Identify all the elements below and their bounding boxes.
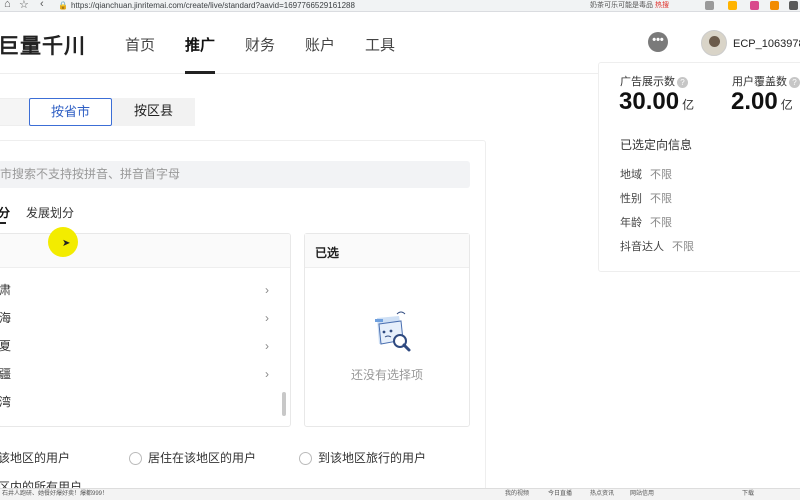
chevron-right-icon: › (265, 339, 269, 353)
region-list: 肃 › 海 › 夏 › 疆 › 湾 (0, 233, 291, 427)
targeting-key: 地域 (620, 169, 642, 181)
nav-home[interactable]: 首页 (125, 34, 155, 55)
nav-active-indicator (185, 71, 216, 74)
extension-icon[interactable] (750, 1, 759, 10)
news-ticker[interactable]: 石井人跑研、她餐好爆好卖！爆都999！ (2, 489, 108, 500)
radio-users-in-region[interactable]: 该地区的用户 (0, 449, 70, 466)
coverage-label: 用户覆盖数? (732, 73, 800, 89)
list-scrollbar[interactable] (282, 392, 286, 416)
tab-active-indicator (0, 222, 6, 224)
targeting-key: 抖音达人 (620, 241, 664, 253)
mouse-cursor-icon: ➤ (62, 238, 71, 249)
radio-travelers[interactable]: 到该地区旅行的用户 (299, 449, 426, 466)
targeting-row: 地域 不限 (620, 166, 672, 182)
extension-icon[interactable] (728, 1, 737, 10)
coverage-label-text: 用户覆盖数 (732, 76, 787, 88)
list-item[interactable]: 肃 › (0, 280, 279, 300)
impressions-label: 广告展示数? (620, 73, 688, 89)
list-item[interactable]: 海 › (0, 308, 279, 328)
coverage-number: 2.00 (731, 88, 778, 115)
radio-label: 居住在该地区的用户 (148, 451, 257, 465)
menu-icon[interactable] (789, 1, 798, 10)
radio-circle[interactable] (129, 452, 142, 466)
region-search-input[interactable]: 市搜索不支持按拼音、拼音首字母 (0, 161, 470, 188)
segment-by-county[interactable]: 按区县 (112, 98, 195, 126)
taskbar-item[interactable]: 下载 (742, 489, 754, 500)
targeting-value: 不限 (650, 217, 672, 229)
taskbar-item[interactable]: 网站信用 (630, 489, 654, 500)
search-hint: 奶茶可乐可能是毒品 (590, 2, 653, 9)
radio-circle[interactable] (299, 452, 312, 466)
status-bar: 石井人跑研、她餐好爆好卖！爆都999！ 我的视频 今日直播 热点资讯 网站信用 … (0, 488, 800, 500)
list-item[interactable]: 湾 (0, 392, 279, 412)
targeting-row: 抖音达人 不限 (620, 238, 694, 254)
nav-tools[interactable]: 工具 (365, 34, 395, 55)
lock-icon: 🔒 (58, 1, 68, 10)
chevron-right-icon: › (265, 283, 269, 297)
radio-label: 到该地区旅行的用户 (318, 451, 427, 465)
impressions-value: 30.00 亿 (619, 88, 694, 116)
region-name: 海 (0, 311, 12, 325)
help-icon[interactable]: ? (789, 76, 800, 88)
targeting-value: 不限 (672, 241, 694, 253)
chevron-right-icon: › (265, 311, 269, 325)
targeting-key: 年龄 (620, 217, 642, 229)
coverage-value: 2.00 亿 (731, 88, 793, 116)
coverage-unit: 亿 (780, 98, 793, 112)
url-text: https://qianchuan.jinritemai.com/create/… (70, 1, 355, 10)
selected-panel: 已选 还没有选择项 (304, 233, 470, 427)
selected-title: 已选 (315, 246, 340, 260)
nav-promotion-label: 推广 (185, 37, 216, 54)
region-name: 湾 (0, 395, 12, 409)
targeting-value: 不限 (650, 169, 672, 181)
empty-state-text: 还没有选择项 (350, 368, 423, 382)
taskbar-item[interactable]: 热点资讯 (590, 489, 614, 500)
list-item[interactable]: 疆 › (0, 364, 279, 384)
avatar[interactable] (701, 30, 727, 56)
impressions-number: 30.00 (619, 88, 680, 115)
tab-region-division[interactable]: 分 (0, 204, 10, 221)
segment-by-province[interactable]: 按省市 (29, 98, 112, 126)
empty-box-icon (375, 311, 411, 352)
browser-search-box[interactable]: 奶茶可乐可能是毒品 热搜 (590, 1, 700, 11)
nav-promotion[interactable]: 推广 (185, 34, 216, 74)
hot-badge: 热搜 (654, 2, 669, 9)
region-name: 疆 (0, 367, 12, 381)
extension-icon[interactable] (770, 1, 779, 10)
nav-finance[interactable]: 财务 (245, 34, 275, 55)
extension-icon[interactable] (705, 1, 714, 10)
message-icon[interactable]: ••• (648, 32, 668, 52)
radio-label: 该地区的用户 (0, 451, 71, 465)
tab-development-division[interactable]: 发展划分 (26, 204, 74, 221)
nav-account[interactable]: 账户 (305, 34, 335, 55)
account-name[interactable]: ECP_1063978 (733, 38, 800, 50)
radio-residents[interactable]: 居住在该地区的用户 (129, 449, 256, 466)
logo[interactable]: 巨量千川 (0, 30, 86, 60)
targeting-info-title: 已选定向信息 (620, 138, 693, 152)
browser-back-icon[interactable]: ‹ (40, 0, 44, 10)
taskbar-item[interactable]: 我的视频 (505, 489, 529, 500)
chevron-right-icon: › (265, 367, 269, 381)
region-name: 肃 (0, 283, 12, 297)
list-item[interactable]: 夏 › (0, 336, 279, 356)
bookmark-star-icon[interactable]: ☆ (19, 0, 29, 11)
targeting-value: 不限 (650, 193, 672, 205)
browser-toolbar: ⌂ ☆ ‹ 🔒 https://qianchuan.jinritemai.com/… (0, 0, 800, 12)
impressions-label-text: 广告展示数 (620, 76, 675, 88)
targeting-row: 性别 不限 (620, 190, 672, 206)
taskbar-item[interactable]: 今日直播 (548, 489, 572, 500)
segment-stub[interactable] (0, 98, 30, 126)
targeting-key: 性别 (620, 193, 642, 205)
region-list-header (0, 234, 290, 268)
targeting-row: 年龄 不限 (620, 214, 672, 230)
home-icon[interactable]: ⌂ (4, 0, 11, 10)
address-bar[interactable]: 🔒 https://qianchuan.jinritemai.com/create… (58, 1, 578, 11)
impressions-unit: 亿 (682, 98, 695, 112)
region-name: 夏 (0, 339, 12, 353)
help-icon[interactable]: ? (677, 76, 688, 88)
